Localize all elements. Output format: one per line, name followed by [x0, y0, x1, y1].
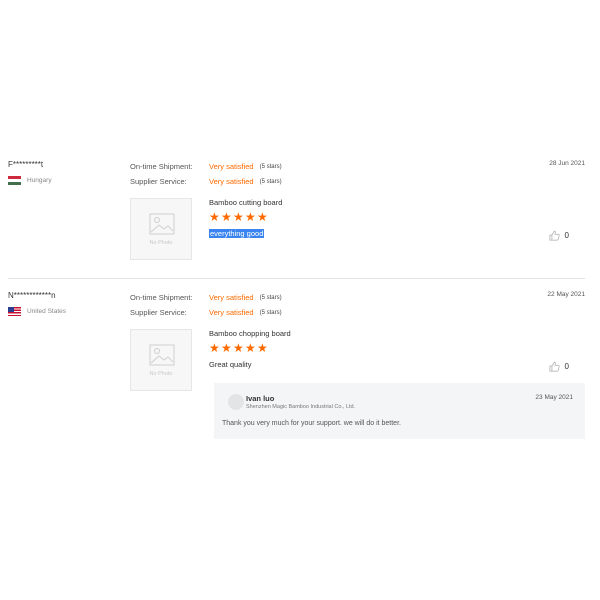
star-icon: ★ [209, 341, 220, 355]
like-count: 0 [564, 362, 569, 371]
product-name: Bamboo chopping board [209, 329, 291, 338]
no-photo-label: No Photo [149, 371, 173, 377]
reply-date: 23 May 2021 [535, 394, 573, 401]
rating-stars-text: (5 stars) [259, 164, 282, 170]
like-button[interactable]: 0 [549, 230, 569, 241]
country-name: Hungary [27, 177, 52, 184]
rating-shipment: On-time Shipment: Very satisfied (5 star… [130, 291, 282, 306]
star-icon: ★ [245, 341, 256, 355]
like-button[interactable]: 0 [549, 361, 569, 372]
supplier-ratings: On-time Shipment: Very satisfied (5 star… [130, 160, 282, 189]
rating-label: On-time Shipment: [130, 162, 193, 171]
review-date: 28 Jun 2021 [549, 160, 585, 167]
image-icon [149, 213, 175, 235]
reviewer-name: N************n [8, 291, 56, 300]
star-icon: ★ [245, 210, 256, 224]
star-icon: ★ [257, 210, 268, 224]
rating-stars-text: (5 stars) [259, 178, 282, 185]
supplier-reply: Ivan luo Shenzhen Magic Bamboo Industria… [214, 383, 585, 439]
review-comment: everything good [209, 229, 265, 238]
image-icon [149, 344, 175, 366]
review-date: 22 May 2021 [547, 291, 585, 298]
review-photo[interactable]: No Photo [130, 329, 192, 391]
like-count: 0 [564, 231, 569, 240]
rating-value: Very satisfied [209, 307, 254, 317]
star-rating: ★ ★ ★ ★ ★ [209, 342, 291, 354]
product-name: Bamboo cutting board [209, 198, 283, 207]
rating-shipment: On-time Shipment: Very satisfied (5 star… [130, 160, 282, 175]
reviewer-country: United States [8, 307, 123, 316]
thumbs-up-icon [549, 361, 560, 372]
hungary-flag-icon [8, 176, 21, 185]
us-flag-icon [8, 307, 21, 316]
rating-service: Supplier Service: Very satisfied (5 star… [130, 175, 282, 190]
rating-stars-text: (5 stars) [259, 309, 282, 316]
review-content: Bamboo chopping board ★ ★ ★ ★ ★ Great qu… [209, 329, 291, 372]
rating-service: Supplier Service: Very satisfied (5 star… [130, 306, 282, 321]
rating-value: Very satisfied [209, 176, 254, 186]
reply-author-name: Ivan luo [246, 394, 275, 403]
star-rating: ★ ★ ★ ★ ★ [209, 211, 282, 223]
reviewer-name: F*********t [8, 160, 44, 169]
star-icon: ★ [209, 210, 220, 224]
review-photo[interactable]: No Photo [130, 198, 192, 260]
avatar [228, 394, 244, 410]
star-icon: ★ [221, 210, 232, 224]
country-name: United States [27, 308, 67, 315]
rating-label: Supplier Service: [130, 176, 187, 186]
rating-value: Very satisfied [209, 162, 254, 171]
rating-stars-text: (5 stars) [259, 295, 282, 301]
reviewer-info: F*********t Hungary [8, 160, 123, 185]
supplier-ratings: On-time Shipment: Very satisfied (5 star… [130, 291, 282, 320]
reply-text: Thank you very much for your support. we… [222, 420, 401, 427]
review-content: Bamboo cutting board ★ ★ ★ ★ ★ everythin… [209, 198, 282, 241]
star-icon: ★ [257, 341, 268, 355]
reply-company: Shenzhen Magic Bamboo Industrial Co., Lt… [246, 404, 356, 410]
reviewer-country: Hungary [8, 176, 123, 185]
review-comment: Great quality [209, 360, 252, 369]
rating-value: Very satisfied [209, 293, 254, 302]
star-icon: ★ [221, 341, 232, 355]
review-item: F*********t Hungary On-time Shipment: Ve… [8, 160, 585, 279]
star-icon: ★ [233, 210, 244, 224]
rating-label: On-time Shipment: [130, 293, 193, 302]
thumbs-up-icon [549, 230, 560, 241]
reviewer-info: N************n United States [8, 291, 123, 316]
star-icon: ★ [233, 341, 244, 355]
no-photo-label: No Photo [149, 240, 173, 246]
rating-label: Supplier Service: [130, 307, 187, 317]
